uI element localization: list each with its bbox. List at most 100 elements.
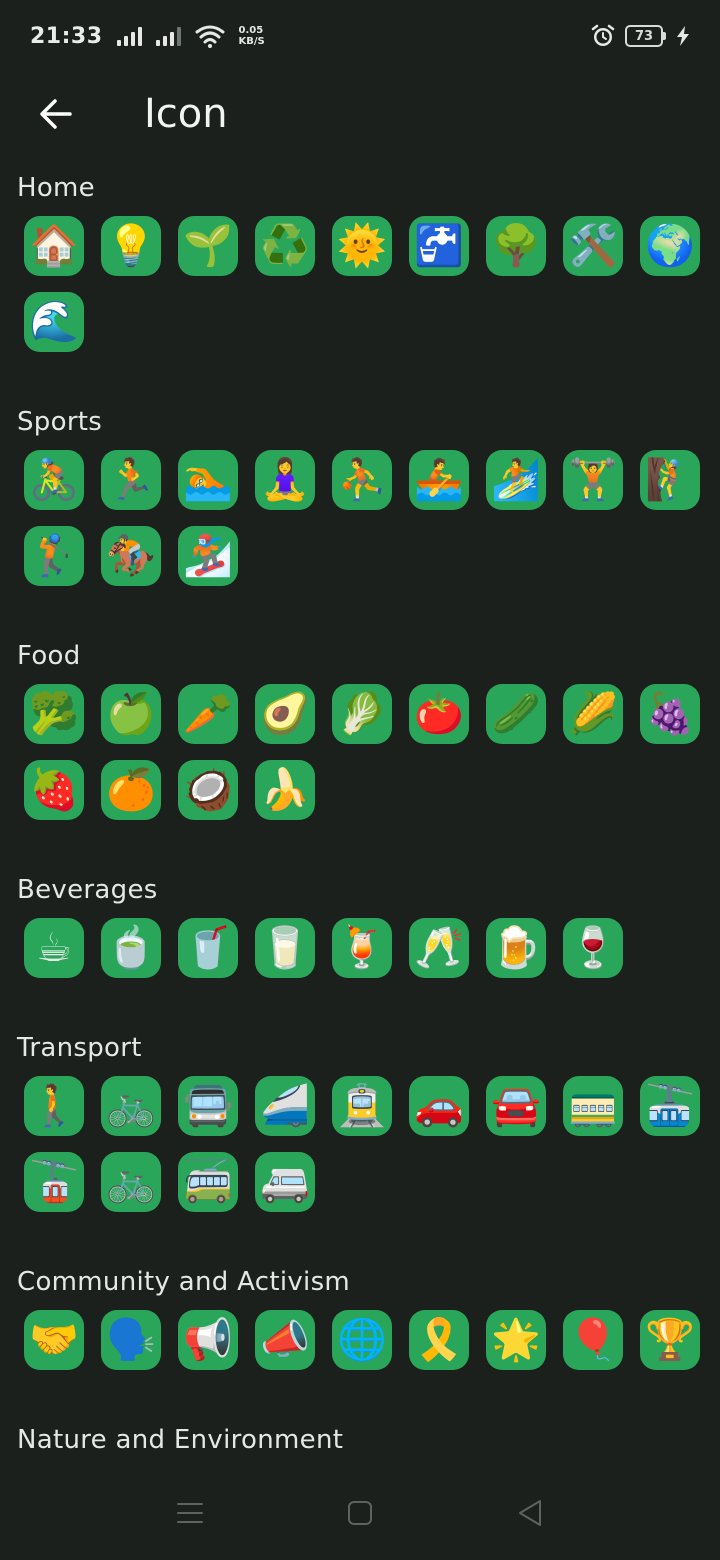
icon-option[interactable]: 🎗️ [409, 1310, 469, 1370]
icon-option[interactable]: 🗣️ [101, 1310, 161, 1370]
wifi-icon [195, 25, 225, 48]
page-title: Icon [144, 91, 228, 137]
recent-apps-button[interactable] [170, 1493, 210, 1533]
icon-option[interactable]: 🚴 [24, 450, 84, 510]
triangle-back-icon [519, 1499, 541, 1526]
icon-option[interactable]: 🥂 [409, 918, 469, 978]
icon-option[interactable]: ☕ [24, 918, 84, 978]
icon-option[interactable]: 🧗 [640, 450, 700, 510]
icon-option[interactable]: 💡 [101, 216, 161, 276]
icon-option[interactable]: 🚶 [24, 1076, 84, 1136]
icon-option[interactable]: 🍇 [640, 684, 700, 744]
status-bar-right: 73 [591, 24, 690, 48]
icon-option[interactable]: 🍹 [332, 918, 392, 978]
icon-option[interactable]: 🍏 [101, 684, 161, 744]
icon-option[interactable]: 🚃 [563, 1076, 623, 1136]
icon-option[interactable]: 🚎 [178, 1152, 238, 1212]
icon-option[interactable]: 📢 [178, 1310, 238, 1370]
home-button[interactable] [340, 1493, 380, 1533]
square-icon [348, 1500, 372, 1525]
icon-option[interactable]: 🌊 [24, 292, 84, 352]
icon-option[interactable]: 🏃 [101, 450, 161, 510]
icon-option[interactable]: 🌟 [486, 1310, 546, 1370]
icon-option[interactable]: ♻️ [255, 216, 315, 276]
icon-grid: 🤝 🗣️ 📢 📣 🌐 🎗️ 🌟 🎈 🏆 [17, 1310, 717, 1386]
section-title: Community and Activism [17, 1267, 351, 1297]
icon-grid: ☕ 🍵 🥤 🥛 🍹 🥂 🍺 🍷 [17, 918, 717, 994]
icon-option[interactable]: 🏠 [24, 216, 84, 276]
icon-option[interactable]: 🌞 [332, 216, 392, 276]
icon-option[interactable]: 🤝 [24, 1310, 84, 1370]
icon-option[interactable]: 🍷 [563, 918, 623, 978]
icon-option[interactable]: 🥒 [486, 684, 546, 744]
icon-grid: 🏠 💡 🌱 ♻️ 🌞 🚰 🌳 🛠️ 🌍 🌊 [17, 216, 717, 368]
icon-section: Home 🏠 💡 🌱 ♻️ 🌞 🚰 🌳 🛠️ 🌍 🌊 [0, 160, 720, 368]
icon-option[interactable]: 🎈 [563, 1310, 623, 1370]
charging-bolt-icon [677, 26, 689, 46]
icon-option[interactable]: 🌍 [640, 216, 700, 276]
icon-option[interactable]: 🏇 [101, 526, 161, 586]
icon-grid: 🚴 🏃 🏊 🧘‍♀️ ⛹️ 🚣 🏄 🏋️ 🧗 🏌️ 🏇 🏂 [17, 450, 717, 602]
icon-option[interactable]: 🚡 [24, 1152, 84, 1212]
screen: 21:33 0.05 KB/S 73 Icon Home 🏠 💡 🌱 ♻️ 🌞 … [0, 0, 720, 1560]
network-speed-value: 0.05 [238, 25, 264, 36]
icon-option[interactable]: 🍌 [255, 760, 315, 820]
icon-option[interactable]: 🚐 [255, 1152, 315, 1212]
icon-section: Community and Activism 🤝 🗣️ 📢 📣 🌐 🎗️ 🌟 🎈 🏆 [0, 1254, 720, 1386]
icon-option[interactable]: 🏋️ [563, 450, 623, 510]
battery-level: 73 [625, 25, 663, 47]
network-speed-unit: KB/S [238, 36, 265, 47]
icon-option[interactable]: 🏌️ [24, 526, 84, 586]
icon-option[interactable]: 🚰 [409, 216, 469, 276]
icon-section: Sports 🚴 🏃 🏊 🧘‍♀️ ⛹️ 🚣 🏄 🏋️ 🧗 🏌️ 🏇 🏂 [0, 394, 720, 602]
icon-option[interactable]: 🌽 [563, 684, 623, 744]
icon-option[interactable]: 🚣 [409, 450, 469, 510]
icon-option[interactable]: 🍊 [101, 760, 161, 820]
status-bar-left: 21:33 0.05 KB/S [30, 24, 265, 49]
icon-category-list[interactable]: Home 🏠 💡 🌱 ♻️ 🌞 🚰 🌳 🛠️ 🌍 🌊 Sports 🚴 🏃 🏊 🧘‍♀️ ⛹️ 🚣 🏄 🏋️ 🧗 🏌️ 🏇 🏂… [0, 160, 720, 1465]
battery-icon: 73 [625, 25, 666, 47]
icon-option[interactable]: 🌳 [486, 216, 546, 276]
section-title: Beverages [17, 875, 158, 905]
icon-option[interactable]: 🚊 [332, 1076, 392, 1136]
alarm-icon [591, 24, 615, 46]
status-time: 21:33 [30, 23, 103, 49]
section-title: Nature and Environment [17, 1425, 344, 1455]
icon-option[interactable]: 🏂 [178, 526, 238, 586]
icon-option[interactable]: 🥤 [178, 918, 238, 978]
icon-option[interactable]: 🥥 [178, 760, 238, 820]
icon-option[interactable]: 🌐 [332, 1310, 392, 1370]
icon-option[interactable]: 🥑 [255, 684, 315, 744]
icon-option[interactable]: 🏆 [640, 1310, 700, 1370]
icon-option[interactable]: 🍅 [409, 684, 469, 744]
icon-option[interactable]: 🍺 [486, 918, 546, 978]
system-nav-bar [0, 1465, 720, 1560]
icon-option[interactable]: 🚍 [178, 1076, 238, 1136]
icon-option[interactable]: 🚘 [486, 1076, 546, 1136]
icon-option[interactable]: 🏊 [178, 450, 238, 510]
icon-option[interactable]: 🚲 [101, 1076, 161, 1136]
icon-option[interactable]: 🚄 [255, 1076, 315, 1136]
icon-option[interactable]: 🍵 [101, 918, 161, 978]
back-nav-button[interactable] [510, 1493, 550, 1533]
icon-option[interactable]: 🌱 [178, 216, 238, 276]
section-title: Sports [17, 407, 103, 437]
icon-option[interactable]: 📣 [255, 1310, 315, 1370]
icon-option[interactable]: 🥕 [178, 684, 238, 744]
icon-option[interactable]: 🚗 [409, 1076, 469, 1136]
section-title: Home [17, 173, 95, 203]
icon-option[interactable]: 🚠 [640, 1076, 700, 1136]
network-speed: 0.05 KB/S [239, 25, 265, 47]
icon-section: Food 🥦 🍏 🥕 🥑 🥬 🍅 🥒 🌽 🍇 🍓 🍊 🥥 🍌 [0, 628, 720, 836]
icon-option[interactable]: 🥦 [24, 684, 84, 744]
icon-option[interactable]: 🏄 [486, 450, 546, 510]
icon-option[interactable]: 🍓 [24, 760, 84, 820]
icon-option[interactable]: 🚲 [101, 1152, 161, 1212]
icon-option[interactable]: 🧘‍♀️ [255, 450, 315, 510]
back-button[interactable] [26, 84, 86, 144]
icon-option[interactable]: ⛹️ [332, 450, 392, 510]
app-header: Icon [0, 82, 720, 146]
icon-option[interactable]: 🥛 [255, 918, 315, 978]
icon-option[interactable]: 🥬 [332, 684, 392, 744]
icon-option[interactable]: 🛠️ [563, 216, 623, 276]
